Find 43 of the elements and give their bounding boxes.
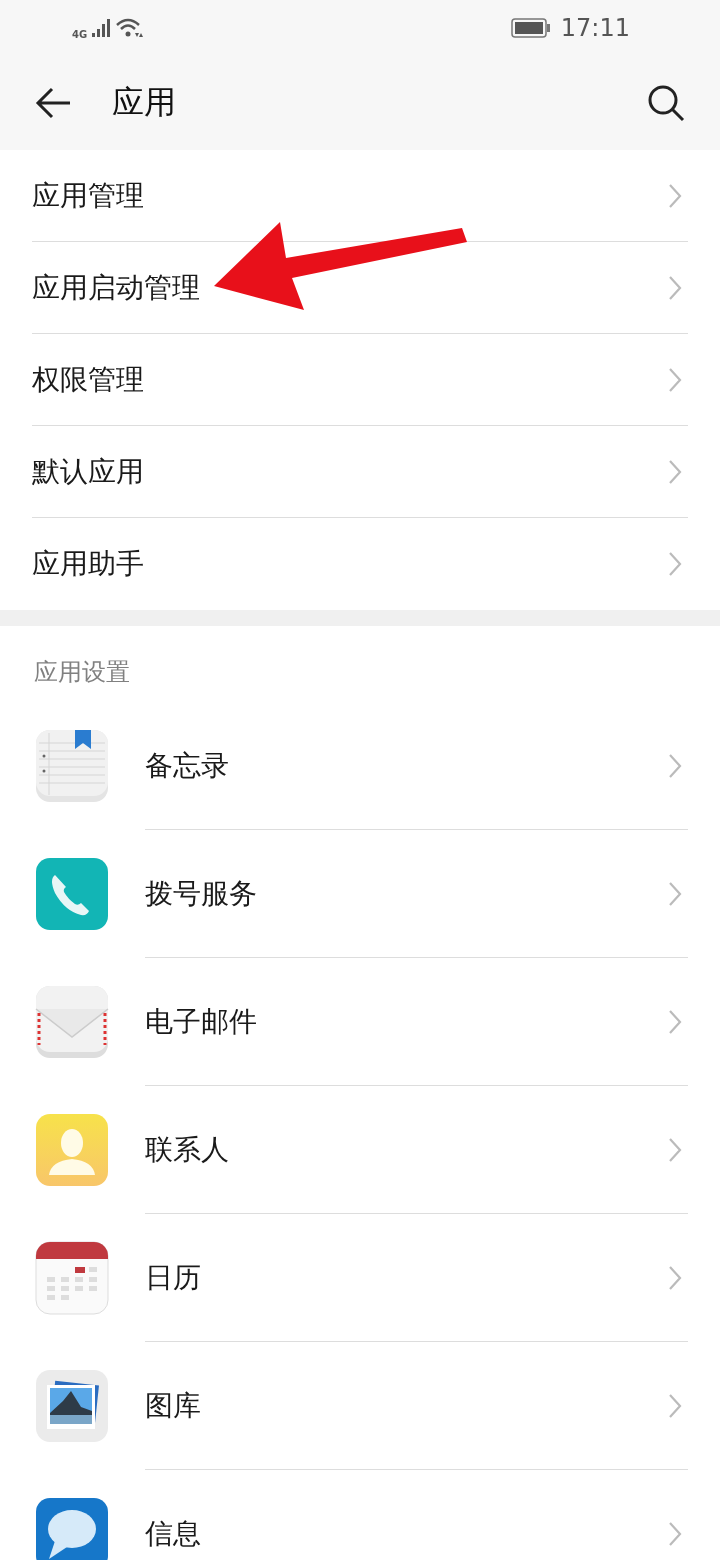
- contact-icon: [35, 1113, 109, 1187]
- app-item[interactable]: 拨号服务: [0, 830, 720, 958]
- section-title: 应用设置: [34, 657, 130, 688]
- chevron-icon: [668, 1392, 682, 1419]
- signal-icon: [91, 17, 112, 38]
- app-name: 联系人: [145, 1131, 229, 1168]
- notepad-icon: [35, 729, 109, 803]
- app-item[interactable]: 图库: [0, 1342, 720, 1470]
- chevron-icon: [668, 458, 682, 485]
- app-name: 拨号服务: [145, 875, 257, 912]
- app-name: 图库: [145, 1387, 201, 1424]
- app-name: 信息: [145, 1516, 201, 1552]
- chevron-icon: [668, 880, 682, 907]
- app-name: 备忘录: [145, 747, 229, 784]
- calendar-icon: [35, 1241, 109, 1315]
- message-icon: [35, 1497, 109, 1560]
- chevron-icon: [668, 274, 682, 301]
- chevron-icon: [668, 366, 682, 393]
- menu-item[interactable]: 权限管理: [32, 334, 688, 426]
- envelope-icon: [35, 985, 109, 1059]
- battery-icon: [510, 17, 551, 38]
- chevron-icon: [668, 1008, 682, 1035]
- app-name: 电子邮件: [145, 1003, 257, 1040]
- app-item[interactable]: 电子邮件: [0, 958, 720, 1086]
- clock-time: 17:11: [560, 13, 630, 42]
- app-item[interactable]: 备忘录: [0, 702, 720, 830]
- wifi-icon: [115, 16, 144, 39]
- menu-item[interactable]: 默认应用: [32, 426, 688, 518]
- chevron-icon: [668, 1521, 682, 1547]
- app-item[interactable]: 信息: [0, 1470, 720, 1560]
- gallery-icon: [35, 1369, 109, 1443]
- chevron-icon: [668, 182, 682, 209]
- app-item[interactable]: 联系人: [0, 1086, 720, 1214]
- phone-icon: [35, 857, 109, 931]
- app-item[interactable]: 日历: [0, 1214, 720, 1342]
- page-title: 应用: [112, 81, 177, 123]
- app-name: 日历: [145, 1259, 201, 1296]
- chevron-icon: [668, 752, 682, 779]
- network-type: 4G: [72, 29, 88, 40]
- menu-item[interactable]: 应用助手: [32, 518, 688, 610]
- chevron-icon: [668, 1264, 682, 1291]
- chevron-icon: [668, 1136, 682, 1163]
- chevron-icon: [668, 551, 682, 577]
